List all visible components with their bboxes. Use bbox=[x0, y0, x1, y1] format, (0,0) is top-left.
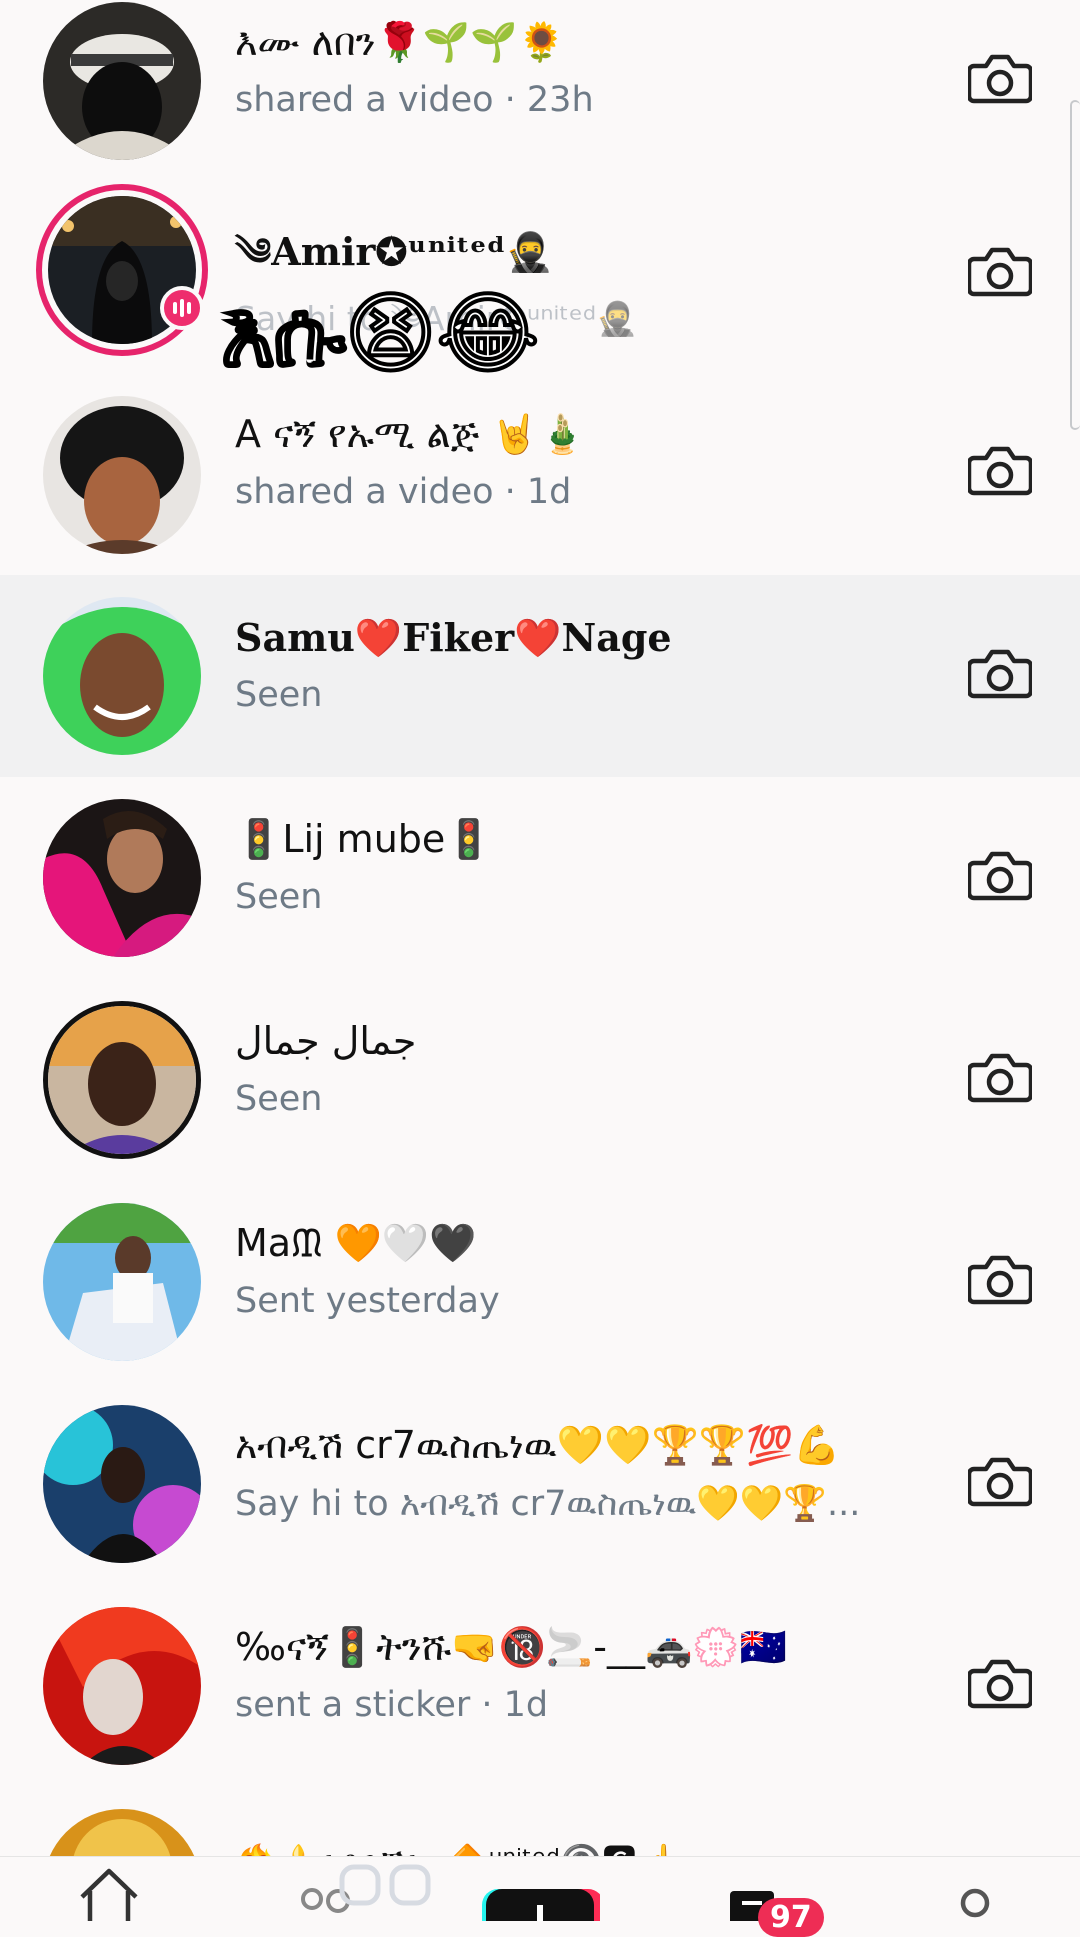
chat-row[interactable]: جمال جمال Seen bbox=[0, 979, 1080, 1181]
chat-row[interactable]: Samu❤️Fiker❤️Nage Seen bbox=[0, 575, 1080, 777]
chat-status: Sent yesterday bbox=[235, 1281, 500, 1321]
chat-name: 🚦Lij mube🚦 bbox=[235, 817, 493, 861]
avatar[interactable] bbox=[36, 184, 208, 356]
chat-row[interactable]: እሙ ለበን🌹🌱🌱🌻 shared a video · 23h bbox=[0, 0, 1080, 182]
avatar[interactable] bbox=[43, 1809, 201, 1857]
avatar[interactable] bbox=[43, 1607, 201, 1765]
camera-icon[interactable] bbox=[968, 847, 1032, 903]
avatar[interactable] bbox=[43, 799, 201, 957]
chat-status: sent a sticker · 1d bbox=[235, 1685, 549, 1725]
chat-status: Say hi to አብዲሽ cr7ዉስጤነዉ💛💛🏆... bbox=[235, 1484, 861, 1524]
bottom-navigation bbox=[0, 1856, 1080, 1921]
chat-name: Maᙢ 🧡🤍🖤 bbox=[235, 1221, 477, 1265]
camera-icon[interactable] bbox=[968, 50, 1032, 106]
chat-name: Samu❤️Fiker❤️Nage bbox=[235, 615, 672, 660]
inbox-badge: 97 bbox=[758, 1898, 824, 1937]
chat-name: جمال جمال bbox=[235, 1019, 417, 1063]
camera-icon[interactable] bbox=[968, 442, 1032, 498]
create-post-icon[interactable] bbox=[478, 1857, 600, 1921]
overlay-sticker-text: እሱ😫😂 bbox=[220, 280, 541, 387]
chat-status: Seen bbox=[235, 675, 323, 715]
chat-row[interactable]: ❤️‍🔥⚜️፥ቆንጆ፥ዑ🔶ᵘⁿⁱᵗᵉᵈ©️🅲☝️ bbox=[0, 1787, 1080, 1857]
camera-icon[interactable] bbox=[968, 1049, 1032, 1105]
camera-icon[interactable] bbox=[968, 1655, 1032, 1711]
friends-icon[interactable] bbox=[296, 1857, 446, 1921]
chat-name: እሙ ለበን🌹🌱🌱🌻 bbox=[235, 20, 565, 64]
avatar[interactable] bbox=[43, 2, 201, 160]
home-icon[interactable] bbox=[74, 1857, 144, 1921]
chat-row[interactable]: አብዲሽ cr7ዉስጤነዉ💛💛🏆🏆💯💪 Say hi to አብዲሽ cr7ዉስ… bbox=[0, 1383, 1080, 1585]
avatar[interactable] bbox=[43, 396, 201, 554]
camera-icon[interactable] bbox=[968, 243, 1032, 299]
chat-row[interactable]: Maᙢ 🧡🤍🖤 Sent yesterday bbox=[0, 1181, 1080, 1383]
live-indicator-icon bbox=[160, 286, 204, 330]
chat-row[interactable]: A ናኝ የኡሚ ልጅ 🤘🎍 shared a video · 1d bbox=[0, 372, 1080, 574]
camera-icon[interactable] bbox=[968, 1251, 1032, 1307]
camera-icon[interactable] bbox=[968, 1453, 1032, 1509]
chat-status: Seen bbox=[235, 877, 323, 917]
chat-name: ‰ናኝ🚦ትንሹ🤜🔞🚬-__🚓💮🇦🇺 bbox=[235, 1625, 787, 1669]
chat-row[interactable]: 🚦Lij mube🚦 Seen bbox=[0, 777, 1080, 979]
chat-name: A ናኝ የኡሚ ልጅ 🤘🎍 bbox=[235, 412, 586, 456]
avatar[interactable] bbox=[43, 1405, 201, 1563]
scrollbar[interactable] bbox=[1070, 100, 1080, 430]
avatar[interactable] bbox=[43, 597, 201, 755]
chat-status: Seen bbox=[235, 1079, 323, 1119]
chat-name: ❤️‍🔥⚜️፥ቆንጆ፥ዑ🔶ᵘⁿⁱᵗᵉᵈ©️🅲☝️ bbox=[235, 1835, 679, 1857]
chat-name: አብዲሽ cr7ዉስጤነዉ💛💛🏆🏆💯💪 bbox=[235, 1423, 841, 1467]
chat-status: shared a video · 23h bbox=[235, 80, 594, 120]
chat-row[interactable]: ‰ናኝ🚦ትንሹ🤜🔞🚬-__🚓💮🇦🇺 sent a sticker · 1d bbox=[0, 1585, 1080, 1787]
profile-icon[interactable] bbox=[950, 1857, 1000, 1921]
avatar[interactable] bbox=[43, 1001, 201, 1159]
avatar[interactable] bbox=[43, 1203, 201, 1361]
chat-status: shared a video · 1d bbox=[235, 472, 572, 512]
camera-icon[interactable] bbox=[968, 645, 1032, 701]
